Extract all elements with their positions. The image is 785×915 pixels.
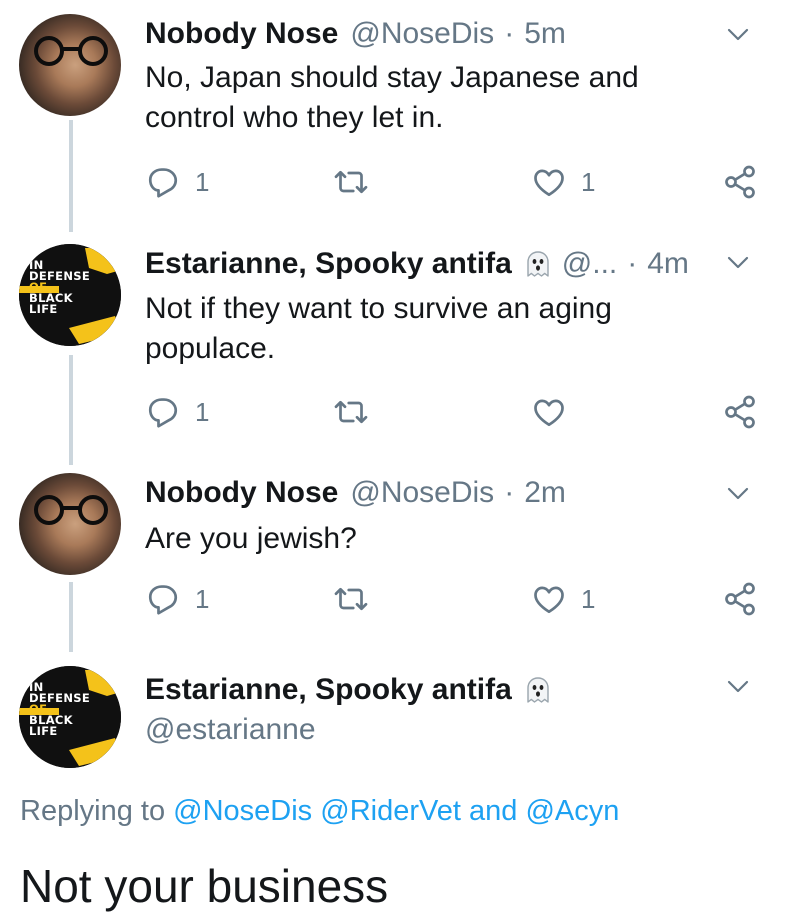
reply-count: 1 bbox=[195, 166, 210, 197]
chevron-down-icon[interactable] bbox=[727, 680, 749, 694]
retweet-icon bbox=[333, 581, 369, 617]
like-button[interactable]: 1 bbox=[531, 164, 595, 200]
timestamp[interactable]: 2m bbox=[524, 475, 566, 511]
reply-icon bbox=[145, 164, 181, 200]
tweet[interactable]: Nobody Nose @NoseDis · 2m Are you jewish… bbox=[0, 473, 785, 643]
tweet-text-line: Not if they want to survive an aging bbox=[145, 292, 612, 325]
display-name[interactable]: Nobody Nose bbox=[145, 475, 338, 511]
glasses-icon bbox=[29, 493, 113, 527]
tweet-text: Are you jewish? bbox=[145, 519, 745, 559]
tweet[interactable]: Nobody Nose @NoseDis · 5m No, Japan shou… bbox=[0, 14, 785, 224]
chevron-down-icon[interactable] bbox=[727, 28, 749, 42]
mention-link[interactable]: @NoseDis bbox=[173, 795, 312, 827]
tweet-header: Estarianne, Spooky antifa bbox=[145, 672, 562, 708]
separator-dot: · bbox=[504, 17, 515, 50]
retweet-button[interactable] bbox=[333, 581, 369, 617]
user-handle[interactable]: @NoseDis bbox=[350, 475, 494, 511]
timestamp[interactable]: 5m bbox=[524, 16, 566, 52]
share-icon bbox=[722, 394, 758, 430]
heart-icon bbox=[531, 164, 567, 200]
reply-icon bbox=[145, 394, 181, 430]
retweet-button[interactable] bbox=[333, 164, 369, 200]
tweet-header: Nobody Nose @NoseDis · 2m bbox=[145, 475, 566, 511]
reply-button[interactable]: 1 bbox=[145, 581, 209, 617]
ghost-emoji-icon bbox=[522, 674, 554, 706]
tweet-actions: 1 1 bbox=[0, 581, 785, 621]
separator-dot: · bbox=[627, 247, 638, 280]
reply-icon bbox=[145, 581, 181, 617]
share-button[interactable] bbox=[722, 394, 758, 430]
tweet-text-line: Are you jewish? bbox=[145, 522, 357, 555]
tweet-text: No, Japan should stay Japanese and contr… bbox=[145, 58, 745, 138]
like-button[interactable] bbox=[531, 394, 581, 430]
reply-button[interactable]: 1 bbox=[145, 164, 209, 200]
avatar[interactable]: IN DEFENSE OF BLACK LIFE bbox=[19, 666, 121, 768]
separator-dot: · bbox=[504, 476, 515, 509]
reply-button[interactable]: 1 bbox=[145, 394, 209, 430]
retweet-icon bbox=[333, 164, 369, 200]
tweet-actions: 1 1 bbox=[0, 164, 785, 204]
tweet[interactable]: IN DEFENSE OF BLACK LIFE Estarianne, Spo… bbox=[0, 244, 785, 454]
ghost-emoji-icon bbox=[522, 248, 554, 280]
mention-link[interactable]: @Acyn bbox=[525, 795, 619, 827]
share-button[interactable] bbox=[722, 164, 758, 200]
mention-link[interactable]: @RiderVet bbox=[320, 795, 461, 827]
avatar[interactable]: IN DEFENSE OF BLACK LIFE bbox=[19, 244, 121, 346]
share-button[interactable] bbox=[722, 581, 758, 617]
user-handle[interactable]: @NoseDis bbox=[350, 16, 494, 52]
chevron-down-icon[interactable] bbox=[727, 256, 749, 270]
avatar[interactable] bbox=[19, 14, 121, 116]
timestamp[interactable]: 4m bbox=[647, 246, 689, 282]
heart-icon bbox=[531, 394, 567, 430]
glasses-icon bbox=[29, 34, 113, 68]
avatar-lettering: IN DEFENSE OF BLACK LIFE bbox=[29, 680, 90, 738]
user-handle[interactable]: @estarianne bbox=[145, 712, 316, 748]
retweet-button[interactable] bbox=[333, 394, 369, 430]
replying-to: Replying to @NoseDis @RiderVet and @Acyn bbox=[20, 795, 619, 828]
user-handle[interactable]: @... bbox=[562, 246, 617, 282]
display-name[interactable]: Nobody Nose bbox=[145, 16, 338, 52]
avatar-lettering: IN DEFENSE OF BLACK LIFE bbox=[29, 258, 90, 316]
reply-count: 1 bbox=[195, 583, 210, 614]
display-name[interactable]: Estarianne, Spooky antifa bbox=[145, 246, 512, 282]
tweet-header: Estarianne, Spooky antifa @... · 4m bbox=[145, 246, 689, 282]
tweet-text: Not if they want to survive an aging pop… bbox=[145, 289, 745, 369]
like-count: 1 bbox=[581, 583, 596, 614]
focused-tweet-text: Not your business bbox=[20, 860, 389, 912]
like-button[interactable]: 1 bbox=[531, 581, 595, 617]
tweet-actions: 1 bbox=[0, 394, 785, 434]
reply-count: 1 bbox=[195, 396, 210, 427]
tweet-text-line: control who they let in. bbox=[145, 101, 444, 134]
replying-to-label: Replying to bbox=[20, 795, 166, 827]
chevron-down-icon[interactable] bbox=[727, 487, 749, 501]
avatar[interactable] bbox=[19, 473, 121, 575]
share-icon bbox=[722, 164, 758, 200]
share-icon bbox=[722, 581, 758, 617]
retweet-icon bbox=[333, 394, 369, 430]
heart-icon bbox=[531, 581, 567, 617]
display-name[interactable]: Estarianne, Spooky antifa bbox=[145, 672, 512, 708]
mention-joiner: and bbox=[468, 795, 518, 827]
tweet-text-line: No, Japan should stay Japanese and bbox=[145, 61, 639, 94]
tweet-text-line: populace. bbox=[145, 332, 276, 365]
tweet-header: Nobody Nose @NoseDis · 5m bbox=[145, 16, 566, 52]
like-count: 1 bbox=[581, 166, 596, 197]
